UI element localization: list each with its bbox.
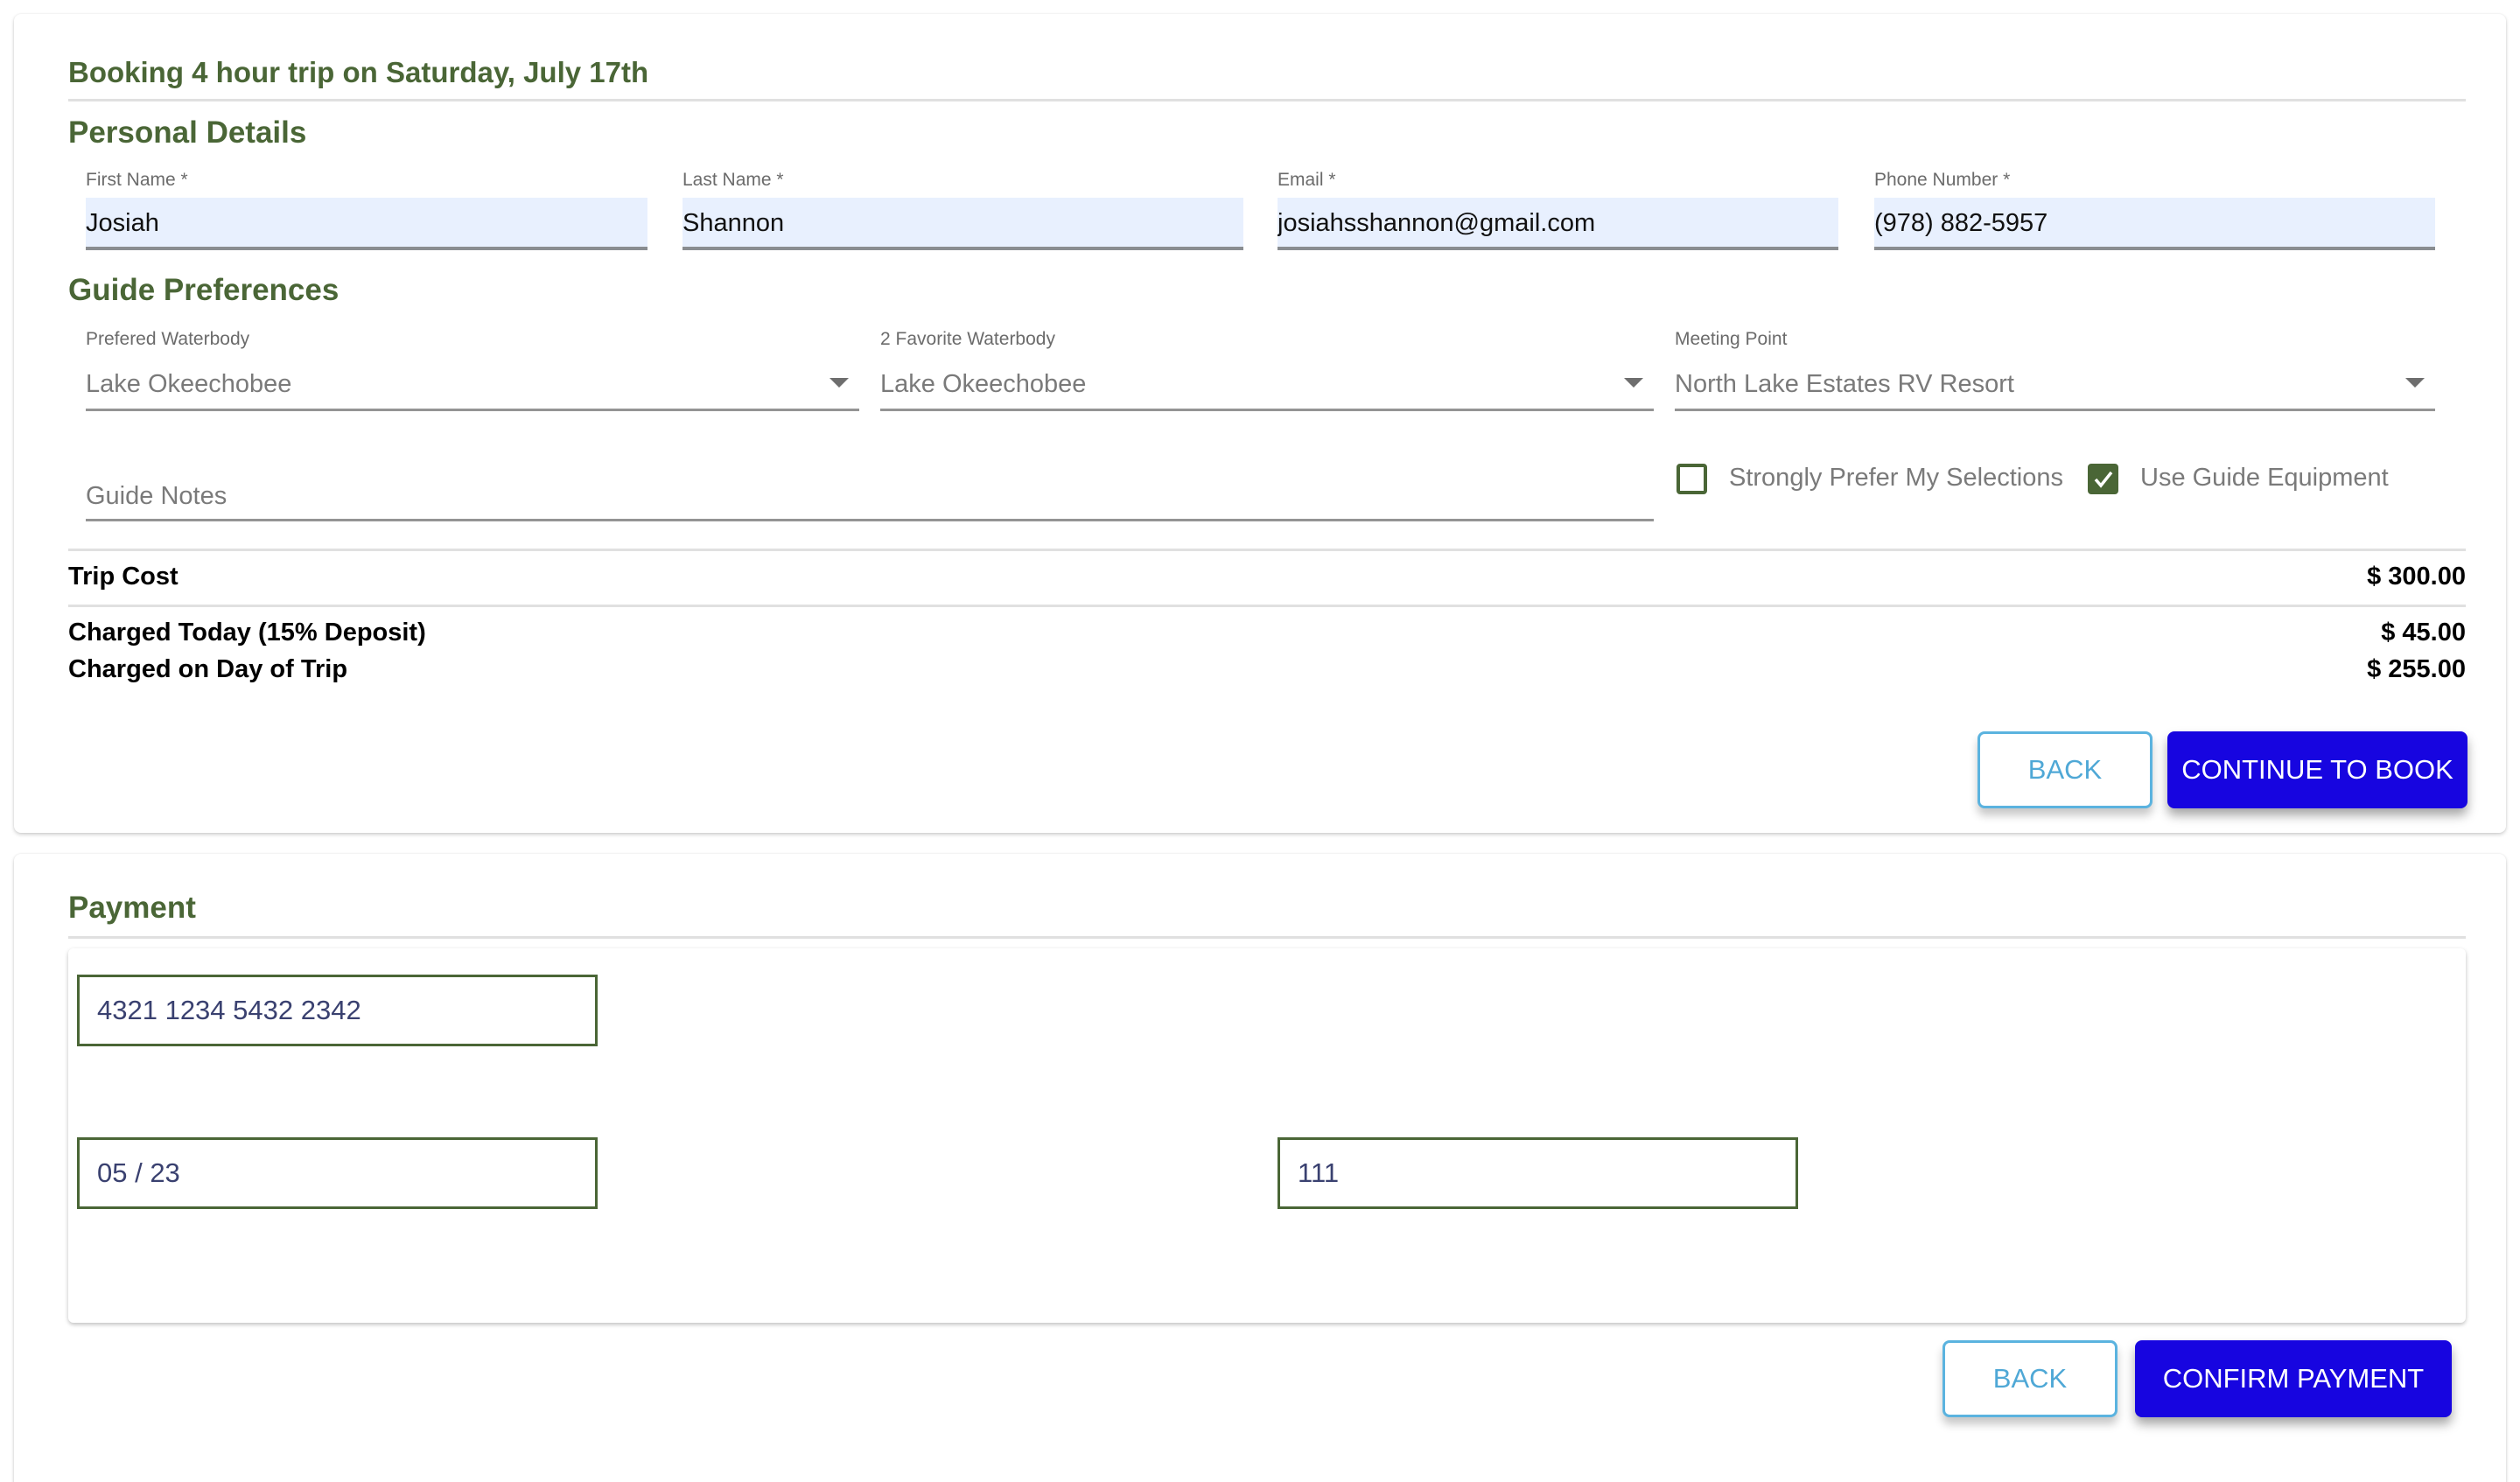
charged-day-of-trip-value: $ 255.00 <box>2367 655 2466 684</box>
first-name-input[interactable]: Josiah <box>86 198 648 250</box>
meeting-point-label: Meeting Point <box>1675 329 1787 350</box>
charged-today-value: $ 45.00 <box>2381 619 2466 647</box>
strongly-prefer-checkbox[interactable] <box>1676 464 1707 494</box>
back-button[interactable]: BACK <box>1978 731 2152 808</box>
guide-notes-input[interactable]: Guide Notes <box>86 469 1654 521</box>
second-waterbody-value: Lake Okeechobee <box>880 370 1086 398</box>
email-label: Email * <box>1278 170 1336 191</box>
use-guide-equipment-label: Use Guide Equipment <box>2140 464 2389 493</box>
preferred-waterbody-value: Lake Okeechobee <box>86 370 291 398</box>
phone-input[interactable]: (978) 882-5957 <box>1874 198 2435 250</box>
guide-notes-placeholder: Guide Notes <box>86 482 227 510</box>
charged-day-of-trip-label: Charged on Day of Trip <box>68 655 347 684</box>
chevron-down-icon <box>1624 378 1643 388</box>
payment-heading: Payment <box>68 891 196 926</box>
card-number-input[interactable]: 4321 1234 5432 2342 <box>77 975 598 1046</box>
last-name-input[interactable]: Shannon <box>682 198 1243 250</box>
summary-divider-bottom <box>68 605 2466 607</box>
second-waterbody-label: 2 Favorite Waterbody <box>880 329 1055 350</box>
charged-today-label: Charged Today (15% Deposit) <box>68 619 426 647</box>
continue-to-book-button[interactable]: CONTINUE TO BOOK <box>2167 731 2468 808</box>
email-input[interactable]: josiahsshannon@gmail.com <box>1278 198 1838 250</box>
trip-cost-label: Trip Cost <box>68 563 178 591</box>
card-expiry-value: 05 / 23 <box>97 1157 180 1189</box>
phone-label: Phone Number * <box>1874 170 2010 191</box>
preferred-waterbody-label: Prefered Waterbody <box>86 329 249 350</box>
payment-back-button[interactable]: BACK <box>1942 1340 2118 1417</box>
title-divider <box>68 99 2466 101</box>
second-waterbody-select[interactable]: Lake Okeechobee <box>880 359 1654 411</box>
checkmark-icon <box>2093 469 2114 490</box>
booking-card: Booking 4 hour trip on Saturday, July 17… <box>14 14 2506 833</box>
card-number-value: 4321 1234 5432 2342 <box>97 995 361 1026</box>
payment-divider <box>68 936 2466 939</box>
card-expiry-input[interactable]: 05 / 23 <box>77 1137 598 1209</box>
meeting-point-value: North Lake Estates RV Resort <box>1675 370 2014 398</box>
chevron-down-icon <box>2405 378 2425 388</box>
use-guide-equipment-checkbox[interactable] <box>2088 464 2118 494</box>
preferred-waterbody-select[interactable]: Lake Okeechobee <box>86 359 859 411</box>
card-cvc-input[interactable]: 111 <box>1278 1137 1798 1209</box>
payment-form-panel: 4321 1234 5432 2342 05 / 23 111 <box>68 948 2466 1323</box>
personal-details-heading: Personal Details <box>68 115 306 150</box>
trip-cost-value: $ 300.00 <box>2367 563 2466 591</box>
chevron-down-icon <box>830 378 849 388</box>
meeting-point-select[interactable]: North Lake Estates RV Resort <box>1675 359 2435 411</box>
summary-divider-top <box>68 549 2466 551</box>
booking-title: Booking 4 hour trip on Saturday, July 17… <box>68 56 648 89</box>
strongly-prefer-label: Strongly Prefer My Selections <box>1729 464 2063 493</box>
card-cvc-value: 111 <box>1298 1157 1339 1189</box>
payment-card: Payment 4321 1234 5432 2342 05 / 23 111 … <box>14 854 2506 1482</box>
first-name-label: First Name * <box>86 170 188 191</box>
confirm-payment-button[interactable]: CONFIRM PAYMENT <box>2135 1340 2452 1417</box>
guide-preferences-heading: Guide Preferences <box>68 273 339 308</box>
last-name-label: Last Name * <box>682 170 784 191</box>
